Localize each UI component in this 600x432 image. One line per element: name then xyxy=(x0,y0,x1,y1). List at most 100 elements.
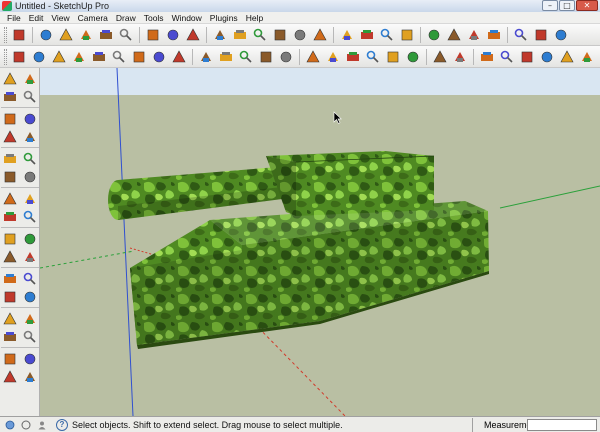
section-plane-icon[interactable] xyxy=(21,368,39,385)
eraser-icon[interactable] xyxy=(21,88,39,105)
rectangle-icon[interactable] xyxy=(77,26,95,44)
move-icon[interactable] xyxy=(1,168,19,185)
offset-icon[interactable] xyxy=(21,208,39,225)
menu-help[interactable]: Help xyxy=(242,12,267,24)
shadows-icon[interactable] xyxy=(277,48,295,66)
component-icon[interactable] xyxy=(21,70,39,87)
hidden-line-icon[interactable] xyxy=(197,48,215,66)
line-icon[interactable] xyxy=(57,26,75,44)
iso-house-icon[interactable] xyxy=(478,48,496,66)
polygon-icon[interactable] xyxy=(1,150,19,167)
circle-icon[interactable] xyxy=(97,26,115,44)
minimize-button[interactable]: – xyxy=(542,0,558,11)
look-around-icon[interactable] xyxy=(21,350,39,367)
arc-icon[interactable] xyxy=(21,128,39,145)
paint-bucket-icon[interactable] xyxy=(184,26,202,44)
modeling-viewport[interactable] xyxy=(40,68,600,416)
push-pull-icon[interactable] xyxy=(251,26,269,44)
measurements-field[interactable] xyxy=(527,419,597,431)
menu-file[interactable]: File xyxy=(3,12,25,24)
xray-icon[interactable] xyxy=(130,48,148,66)
push-pull-icon[interactable] xyxy=(21,168,39,185)
help-icon[interactable]: ? xyxy=(56,418,68,431)
paint-icon[interactable] xyxy=(1,88,19,105)
line-icon[interactable] xyxy=(21,110,39,127)
follow-me-icon[interactable] xyxy=(311,26,329,44)
share-model-icon[interactable] xyxy=(445,26,463,44)
maximize-button[interactable]: □ xyxy=(559,0,575,11)
menu-window[interactable]: Window xyxy=(168,12,206,24)
menu-edit[interactable]: Edit xyxy=(25,12,48,24)
view-top-icon[interactable] xyxy=(30,48,48,66)
follow-me-icon[interactable] xyxy=(21,190,39,207)
left-house-icon[interactable] xyxy=(578,48,596,66)
axes-icon[interactable] xyxy=(1,270,19,287)
component-icon[interactable] xyxy=(485,26,503,44)
camera-position-icon[interactable] xyxy=(552,26,570,44)
menu-plugins[interactable]: Plugins xyxy=(206,12,242,24)
tape-measure-icon[interactable] xyxy=(1,230,19,247)
orbit-icon[interactable] xyxy=(1,288,19,305)
pan-icon[interactable] xyxy=(358,26,376,44)
make-component-icon[interactable] xyxy=(164,26,182,44)
credits-icon[interactable] xyxy=(20,419,32,431)
menu-draw[interactable]: Draw xyxy=(112,12,140,24)
menu-tools[interactable]: Tools xyxy=(140,12,168,24)
right-house-icon[interactable] xyxy=(538,48,556,66)
guides-icon[interactable] xyxy=(431,48,449,66)
back-house-icon[interactable] xyxy=(558,48,576,66)
close-button[interactable]: ✕ xyxy=(576,0,598,11)
wireframe-icon[interactable] xyxy=(170,48,188,66)
extension-icon[interactable] xyxy=(384,48,402,66)
view-iso-icon[interactable] xyxy=(10,48,28,66)
warehouse-icon[interactable] xyxy=(512,26,530,44)
styles-icon[interactable] xyxy=(465,26,483,44)
zoom-extents-icon[interactable] xyxy=(1,328,19,345)
zoom-icon[interactable] xyxy=(1,310,19,327)
eraser-2-icon[interactable] xyxy=(211,26,229,44)
3d-text-icon[interactable] xyxy=(21,270,39,287)
view-left-icon[interactable] xyxy=(110,48,128,66)
front-house-icon[interactable] xyxy=(518,48,536,66)
profiles-icon[interactable] xyxy=(344,48,362,66)
user-icon[interactable] xyxy=(36,419,48,431)
walk-icon[interactable] xyxy=(1,368,19,385)
zoom-extents-icon[interactable] xyxy=(398,26,416,44)
rotate-icon[interactable] xyxy=(291,26,309,44)
freehand-icon[interactable] xyxy=(21,150,39,167)
zoom-window-icon[interactable] xyxy=(21,310,39,327)
orbit-icon[interactable] xyxy=(338,26,356,44)
shaded-textures-icon[interactable] xyxy=(237,48,255,66)
tape-measure-icon[interactable] xyxy=(231,26,249,44)
select-icon[interactable] xyxy=(10,26,28,44)
view-right-icon[interactable] xyxy=(70,48,88,66)
view-back-icon[interactable] xyxy=(90,48,108,66)
scale-icon[interactable] xyxy=(1,208,19,225)
geo-location-icon[interactable] xyxy=(4,419,16,431)
monochrome-icon[interactable] xyxy=(257,48,275,66)
eraser-icon[interactable] xyxy=(37,26,55,44)
axes-icon[interactable] xyxy=(404,48,422,66)
toolbar-grip[interactable] xyxy=(4,26,7,43)
select-icon[interactable] xyxy=(1,70,19,87)
zoom-icon[interactable] xyxy=(378,26,396,44)
depth-cue-icon[interactable] xyxy=(364,48,382,66)
back-edges-icon[interactable] xyxy=(150,48,168,66)
view-front-icon[interactable] xyxy=(50,48,68,66)
protractor-icon[interactable] xyxy=(1,248,19,265)
move-icon[interactable] xyxy=(271,26,289,44)
shaded-icon[interactable] xyxy=(217,48,235,66)
top-house-icon[interactable] xyxy=(498,48,516,66)
position-camera-icon[interactable] xyxy=(1,350,19,367)
previous-icon[interactable] xyxy=(21,328,39,345)
dimension-icon[interactable] xyxy=(21,230,39,247)
get-models-icon[interactable] xyxy=(425,26,443,44)
pan-icon[interactable] xyxy=(21,288,39,305)
menu-camera[interactable]: Camera xyxy=(74,12,112,24)
fog-icon[interactable] xyxy=(304,48,322,66)
menu-view[interactable]: View xyxy=(47,12,73,24)
section-icon[interactable] xyxy=(532,26,550,44)
toolbar-grip[interactable] xyxy=(4,48,7,65)
section-planes-icon[interactable] xyxy=(451,48,469,66)
text-icon[interactable] xyxy=(21,248,39,265)
